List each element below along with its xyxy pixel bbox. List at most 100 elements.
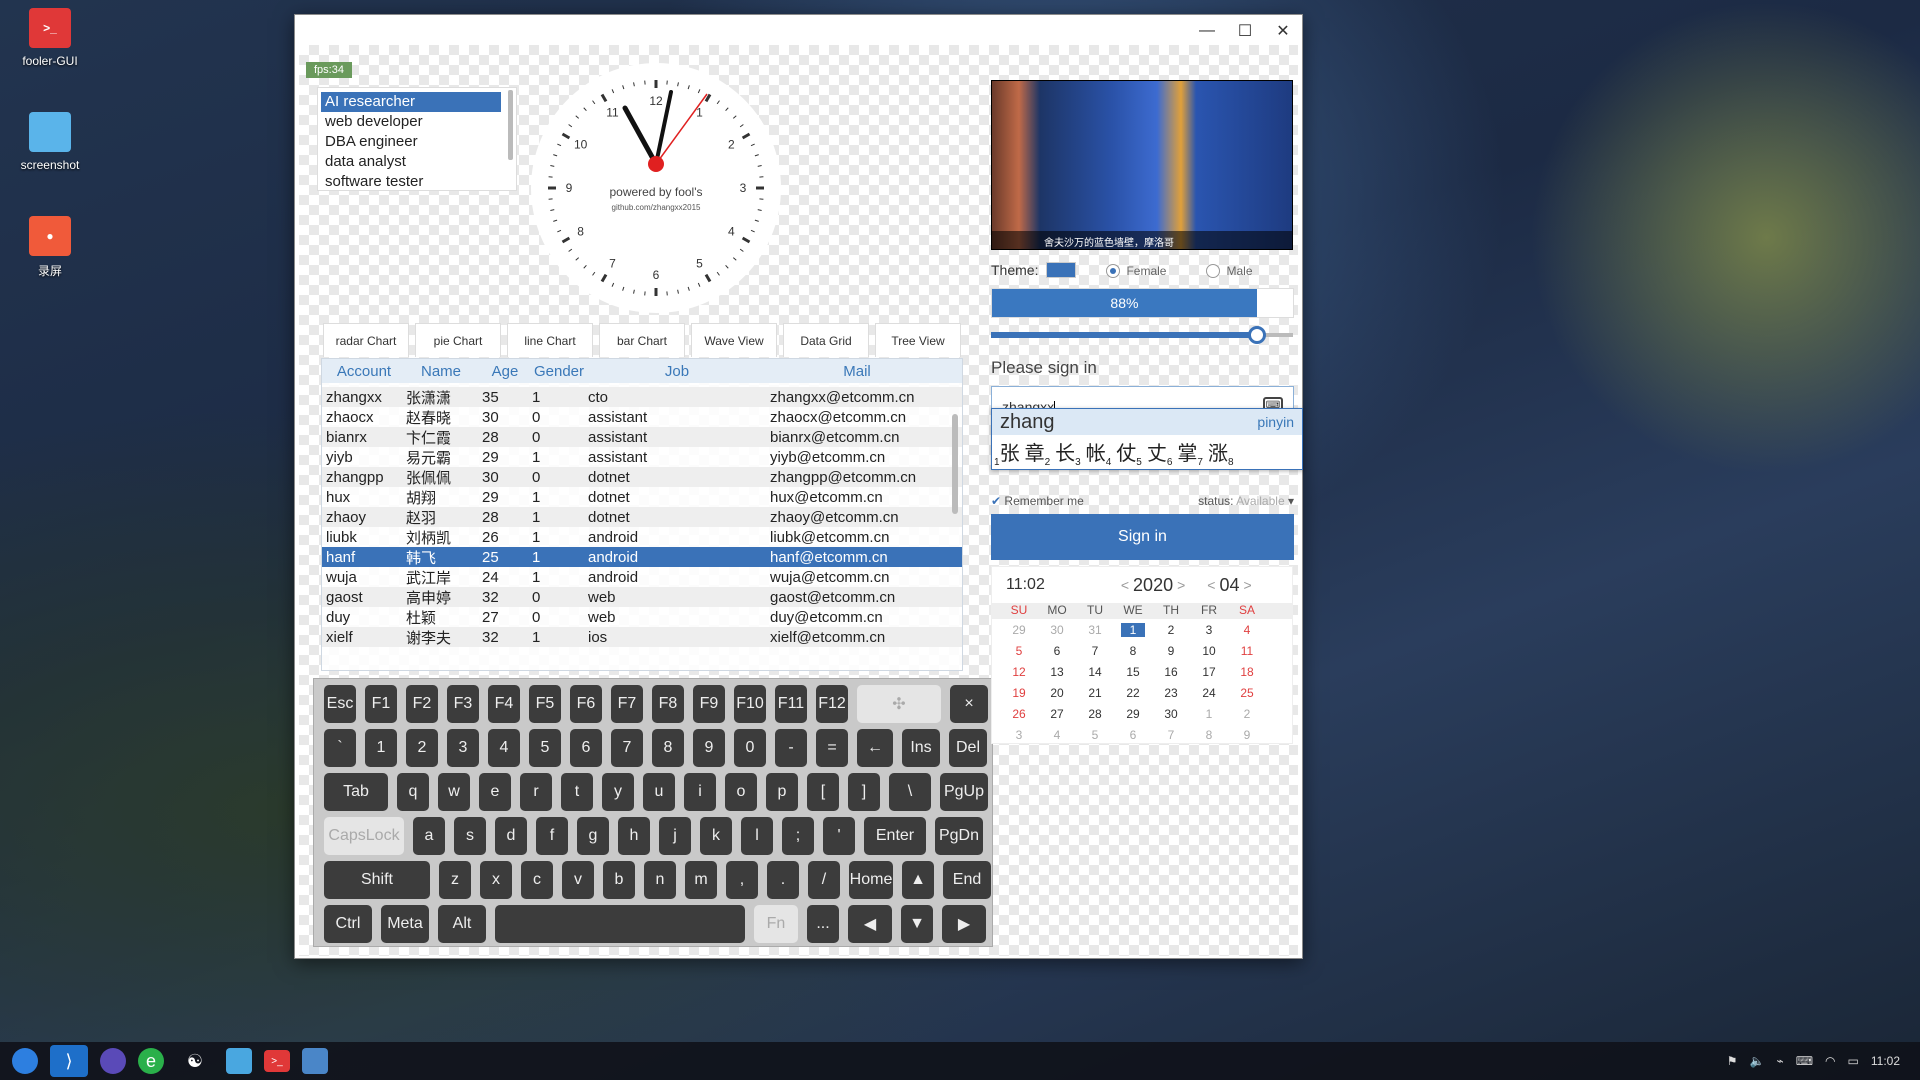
male-radio[interactable]: Male: [1206, 262, 1253, 279]
store-icon[interactable]: [226, 1048, 252, 1074]
calendar-day[interactable]: 5: [1000, 644, 1038, 658]
key[interactable]: 7: [611, 729, 643, 767]
ime-candidate[interactable]: 帐4: [1086, 437, 1112, 468]
table-row[interactable]: bianrx 卞仁霞 28 0 assistant bianrx@etcomm.cn: [322, 427, 962, 447]
key[interactable]: r: [520, 773, 552, 811]
app-icon[interactable]: [302, 1048, 328, 1074]
key[interactable]: b: [603, 861, 635, 899]
grid-scrollbar[interactable]: [952, 414, 958, 514]
key[interactable]: k: [700, 817, 732, 855]
prev-month-button[interactable]: <: [1207, 577, 1215, 593]
key[interactable]: t: [561, 773, 593, 811]
key[interactable]: 6: [570, 729, 602, 767]
key[interactable]: h: [618, 817, 650, 855]
key[interactable]: f: [536, 817, 568, 855]
calendar-day[interactable]: 20: [1038, 686, 1076, 700]
volume-icon[interactable]: 🔈: [1750, 1054, 1765, 1068]
calendar-day[interactable]: 19: [1000, 686, 1038, 700]
key[interactable]: F12: [816, 685, 848, 723]
maximize-button[interactable]: ☐: [1226, 21, 1264, 41]
key[interactable]: PgUp: [940, 773, 988, 811]
key[interactable]: ←: [857, 729, 893, 767]
key[interactable]: ◀: [848, 905, 892, 943]
key[interactable]: F9: [693, 685, 725, 723]
key[interactable]: ▶: [942, 905, 986, 943]
key[interactable]: n: [644, 861, 676, 899]
key[interactable]: Esc: [324, 685, 356, 723]
female-radio[interactable]: Female: [1106, 262, 1166, 279]
usb-icon[interactable]: ⌁: [1776, 1054, 1783, 1068]
desktop-icon-recorder[interactable]: ● 录屏: [14, 216, 86, 279]
calendar-day[interactable]: 6: [1038, 644, 1076, 658]
key[interactable]: [495, 905, 745, 943]
key[interactable]: `: [324, 729, 356, 767]
ime-candidate[interactable]: 1张: [994, 437, 1020, 468]
key[interactable]: 2: [406, 729, 438, 767]
ime-candidate[interactable]: 章2: [1025, 437, 1051, 468]
key[interactable]: 1: [365, 729, 397, 767]
key[interactable]: 3: [447, 729, 479, 767]
table-row[interactable]: zhangpp 张佩佩 30 0 dotnet zhangpp@etcomm.cn: [322, 467, 962, 487]
ime-candidate[interactable]: 长3: [1055, 437, 1081, 468]
calendar-day[interactable]: 28: [1076, 707, 1114, 721]
taiji-icon[interactable]: ☯: [176, 1045, 214, 1077]
column-header[interactable]: Account: [322, 363, 402, 380]
key[interactable]: F3: [447, 685, 479, 723]
key[interactable]: F6: [570, 685, 602, 723]
scrollbar[interactable]: [508, 90, 513, 160]
calendar-day[interactable]: 7: [1152, 728, 1190, 742]
key[interactable]: q: [397, 773, 429, 811]
calendar-day[interactable]: 6: [1114, 728, 1152, 742]
remember-checkbox[interactable]: ✔ Remember me: [991, 494, 1084, 510]
calendar-day[interactable]: 18: [1228, 665, 1266, 679]
key[interactable]: ...: [807, 905, 839, 943]
key[interactable]: F11: [775, 685, 807, 723]
calendar-day[interactable]: 1: [1190, 707, 1228, 721]
wifi-icon[interactable]: ◠: [1825, 1054, 1835, 1068]
key[interactable]: Home: [849, 861, 893, 899]
key[interactable]: i: [684, 773, 716, 811]
calendar-day[interactable]: 5: [1076, 728, 1114, 742]
key[interactable]: y: [602, 773, 634, 811]
key[interactable]: ;: [782, 817, 814, 855]
key[interactable]: l: [741, 817, 773, 855]
calendar-day[interactable]: 17: [1190, 665, 1228, 679]
launcher-icon[interactable]: [12, 1048, 38, 1074]
list-item[interactable]: AI researcher: [321, 92, 501, 112]
key[interactable]: p: [766, 773, 798, 811]
key[interactable]: ▼: [901, 905, 933, 943]
desktop-icon-screenshot[interactable]: screenshot: [14, 112, 86, 172]
key[interactable]: =: [816, 729, 848, 767]
key[interactable]: -: [775, 729, 807, 767]
calendar-day[interactable]: 7: [1076, 644, 1114, 658]
key[interactable]: w: [438, 773, 470, 811]
table-row[interactable]: hanf 韩飞 25 1 android hanf@etcomm.cn: [322, 547, 962, 567]
key[interactable]: d: [495, 817, 527, 855]
calendar-day[interactable]: 10: [1190, 644, 1228, 658]
key[interactable]: .: [767, 861, 799, 899]
key[interactable]: e: [479, 773, 511, 811]
key[interactable]: Meta: [381, 905, 429, 943]
tab-line-chart[interactable]: line Chart: [507, 323, 593, 357]
key[interactable]: Del: [949, 729, 987, 767]
key[interactable]: Enter: [864, 817, 926, 855]
calendar-day[interactable]: 26: [1000, 707, 1038, 721]
key[interactable]: 9: [693, 729, 725, 767]
table-row[interactable]: zhaoy 赵羽 28 1 dotnet zhaoy@etcomm.cn: [322, 507, 962, 527]
terminal-icon[interactable]: >_: [264, 1050, 290, 1072]
column-header[interactable]: Gender: [528, 363, 586, 380]
status-select[interactable]: status: Available ▾: [1198, 494, 1294, 510]
table-row[interactable]: xielf 谢李夫 32 1 ios xielf@etcomm.cn: [322, 627, 962, 647]
key[interactable]: 5: [529, 729, 561, 767]
calendar-day[interactable]: 14: [1076, 665, 1114, 679]
key[interactable]: F4: [488, 685, 520, 723]
table-row[interactable]: liubk 刘柄凯 26 1 android liubk@etcomm.cn: [322, 527, 962, 547]
key[interactable]: PgDn: [935, 817, 983, 855]
key[interactable]: v: [562, 861, 594, 899]
tab-bar-chart[interactable]: bar Chart: [599, 323, 685, 357]
table-row[interactable]: yiyb 易元霸 29 1 assistant yiyb@etcomm.cn: [322, 447, 962, 467]
ime-candidate[interactable]: 丈6: [1147, 437, 1173, 468]
key[interactable]: 8: [652, 729, 684, 767]
tab-wave-view[interactable]: Wave View: [691, 323, 777, 357]
calendar-day[interactable]: 8: [1114, 644, 1152, 658]
